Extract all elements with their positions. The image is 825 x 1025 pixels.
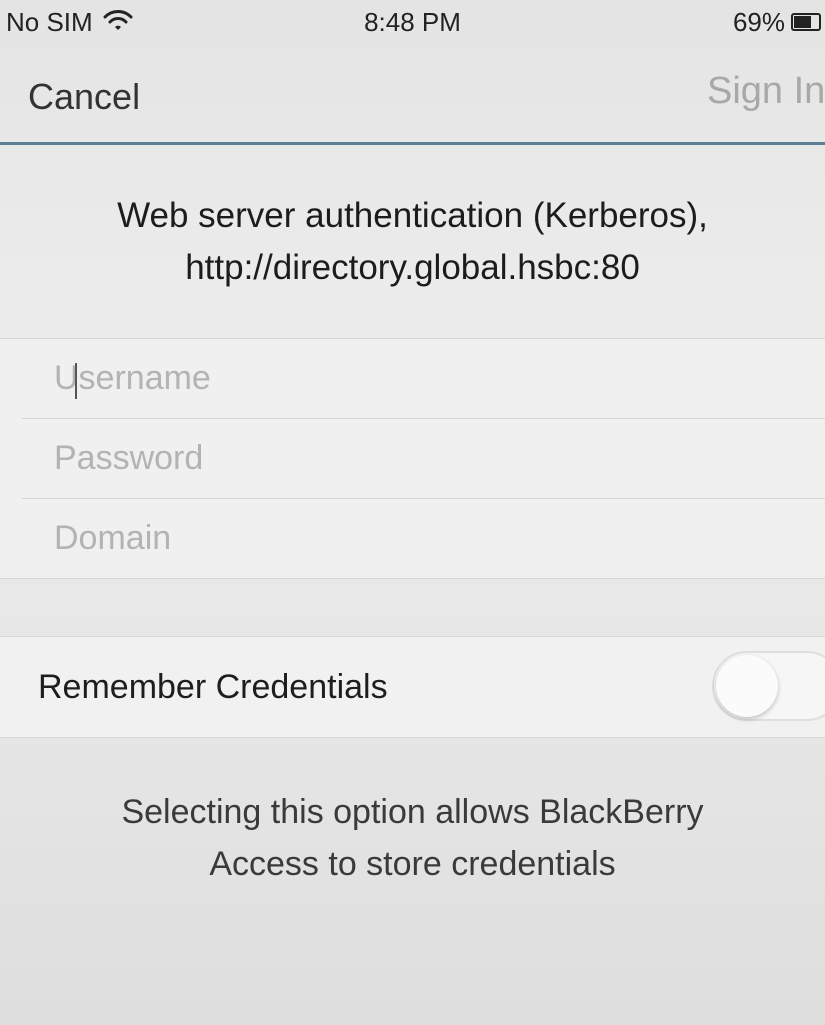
wifi-icon xyxy=(103,7,133,38)
password-row xyxy=(22,419,825,499)
remember-note-line1: Selecting this option allows BlackBerry xyxy=(121,793,704,831)
credential-fields xyxy=(0,338,825,579)
status-bar: No SIM 8:48 PM 69% xyxy=(0,0,825,44)
domain-input[interactable] xyxy=(22,518,825,559)
domain-row xyxy=(22,499,825,578)
remember-credentials-row: Remember Credentials xyxy=(0,636,825,738)
toggle-knob xyxy=(716,655,778,717)
auth-header: Web server authentication (Kerberos), ht… xyxy=(0,190,825,294)
remember-credentials-toggle[interactable] xyxy=(712,651,825,721)
password-input[interactable] xyxy=(22,438,825,479)
carrier-label: No SIM xyxy=(6,6,93,37)
username-row xyxy=(22,339,825,419)
text-caret xyxy=(75,363,77,399)
remember-note: Selecting this option allows BlackBerry … xyxy=(0,786,825,890)
auth-type-text: Web server authentication (Kerberos), xyxy=(117,196,708,235)
nav-divider xyxy=(0,142,825,145)
battery-icon xyxy=(791,13,821,31)
sign-in-button[interactable]: Sign In xyxy=(707,70,825,113)
remember-credentials-label: Remember Credentials xyxy=(38,667,388,706)
nav-bar: Cancel Sign In xyxy=(0,44,825,144)
login-screen: No SIM 8:48 PM 69% Cancel Sign In Web se… xyxy=(0,0,825,1025)
battery-level xyxy=(794,16,811,28)
battery-percent: 69% xyxy=(732,6,785,37)
status-left: No SIM xyxy=(0,7,133,38)
username-input[interactable] xyxy=(22,358,825,399)
server-url-text: http://directory.global.hsbc:80 xyxy=(185,248,640,287)
remember-note-line2: Access to store credentials xyxy=(209,845,616,883)
status-right: 69% xyxy=(733,7,825,38)
cancel-button[interactable]: Cancel xyxy=(28,76,140,118)
